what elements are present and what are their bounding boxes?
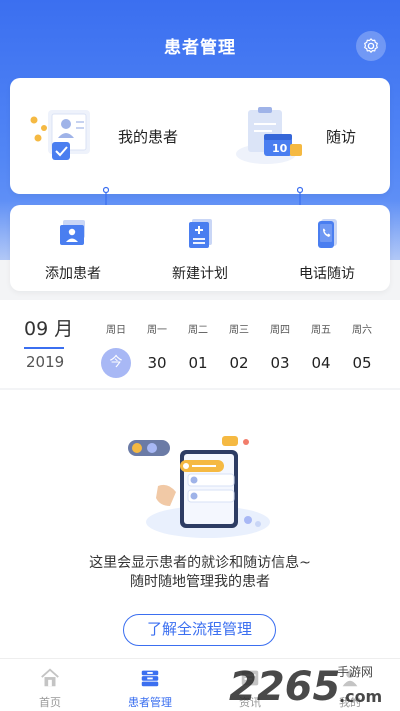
empty-illustration — [128, 436, 270, 538]
calendar-year: 2019 — [26, 353, 65, 371]
tab-profile[interactable]: 我的 — [300, 659, 400, 711]
phone-follow-up-label: 电话随访 — [299, 266, 355, 282]
follow-up-entry[interactable]: 10 随访 — [232, 78, 356, 194]
day-number: 30 — [147, 354, 167, 372]
empty-line-1: 这里会显示患者的就诊和随访信息~ — [89, 555, 311, 571]
calendar-day[interactable]: 周四 03 — [262, 321, 298, 378]
patient-card-icon — [30, 110, 90, 160]
today-marker: 今 — [101, 348, 131, 378]
day-number: 01 — [188, 354, 208, 372]
new-plan-label: 新建计划 — [172, 266, 228, 282]
svg-text:10: 10 — [272, 142, 288, 155]
quick-card-bottom: 添加患者 新建计划 电话随访 — [10, 205, 390, 291]
add-patient-button[interactable]: 添加患者 — [10, 205, 136, 291]
day-number: 02 — [229, 354, 249, 372]
calendar-day[interactable]: 周一 30 — [139, 321, 175, 378]
calendar-clipboard-icon: 10 — [236, 107, 302, 164]
empty-state: 这里会显示患者的就诊和随访信息~ 随时随地管理我的患者 了解全流程管理 — [0, 390, 400, 658]
follow-up-label: 随访 — [326, 127, 357, 146]
tab-news[interactable]: 资讯 — [200, 659, 300, 711]
gear-icon — [364, 38, 378, 53]
week-calendar: 09 月 2019 周日 今 周一 30 周二 01 周三 02 周四 03 周… — [0, 300, 400, 388]
weekday-label: 周日 — [106, 325, 126, 336]
tab-patient-manage[interactable]: 患者管理 — [100, 659, 200, 711]
new-plan-button[interactable]: 新建计划 — [137, 205, 263, 291]
bottom-tabbar: 首页 患者管理 资讯 我的 — [0, 658, 400, 711]
calendar-day[interactable]: 周二 01 — [180, 321, 216, 378]
news-icon — [241, 670, 259, 686]
home-icon — [41, 668, 59, 687]
phone-icon — [318, 219, 337, 248]
calendar-day[interactable]: 周六 05 — [344, 321, 380, 378]
day-number: 04 — [311, 354, 331, 372]
page-title: 患者管理 — [164, 38, 236, 58]
tab-home[interactable]: 首页 — [0, 659, 100, 711]
day-number: 05 — [352, 354, 372, 372]
learn-process-button[interactable]: 了解全流程管理 — [123, 614, 276, 646]
add-patient-label: 添加患者 — [45, 266, 101, 282]
empty-line-2: 随时随地管理我的患者 — [130, 574, 270, 590]
new-plan-icon — [189, 219, 212, 248]
settings-button[interactable] — [356, 31, 386, 61]
calendar-day[interactable]: 周五 04 — [303, 321, 339, 378]
tab-profile-label: 我的 — [339, 696, 361, 709]
my-patients-entry[interactable]: 我的患者 — [28, 78, 178, 194]
weekday-label: 周五 — [311, 325, 331, 336]
weekday-label: 周三 — [229, 325, 249, 336]
phone-follow-up-button[interactable]: 电话随访 — [264, 205, 390, 291]
calendar-day[interactable]: 周日 今 — [98, 321, 134, 378]
my-patients-label: 我的患者 — [118, 127, 179, 146]
month-underline — [24, 347, 64, 349]
add-patient-icon — [60, 220, 85, 245]
weekday-label: 周一 — [147, 325, 167, 336]
calendar-day[interactable]: 周三 02 — [221, 321, 257, 378]
weekday-label: 周二 — [188, 325, 208, 336]
tab-news-label: 资讯 — [239, 696, 261, 709]
patient-manage-icon — [141, 670, 159, 687]
day-number: 03 — [270, 354, 290, 372]
weekday-label: 周四 — [270, 325, 290, 336]
calendar-month[interactable]: 09 月 — [24, 314, 73, 341]
tab-home-label: 首页 — [39, 696, 61, 709]
weekday-label: 周六 — [352, 325, 372, 336]
quick-card-top: 我的患者 10 随访 — [10, 78, 390, 194]
profile-icon — [342, 670, 358, 687]
tab-patient-manage-label: 患者管理 — [128, 696, 172, 709]
